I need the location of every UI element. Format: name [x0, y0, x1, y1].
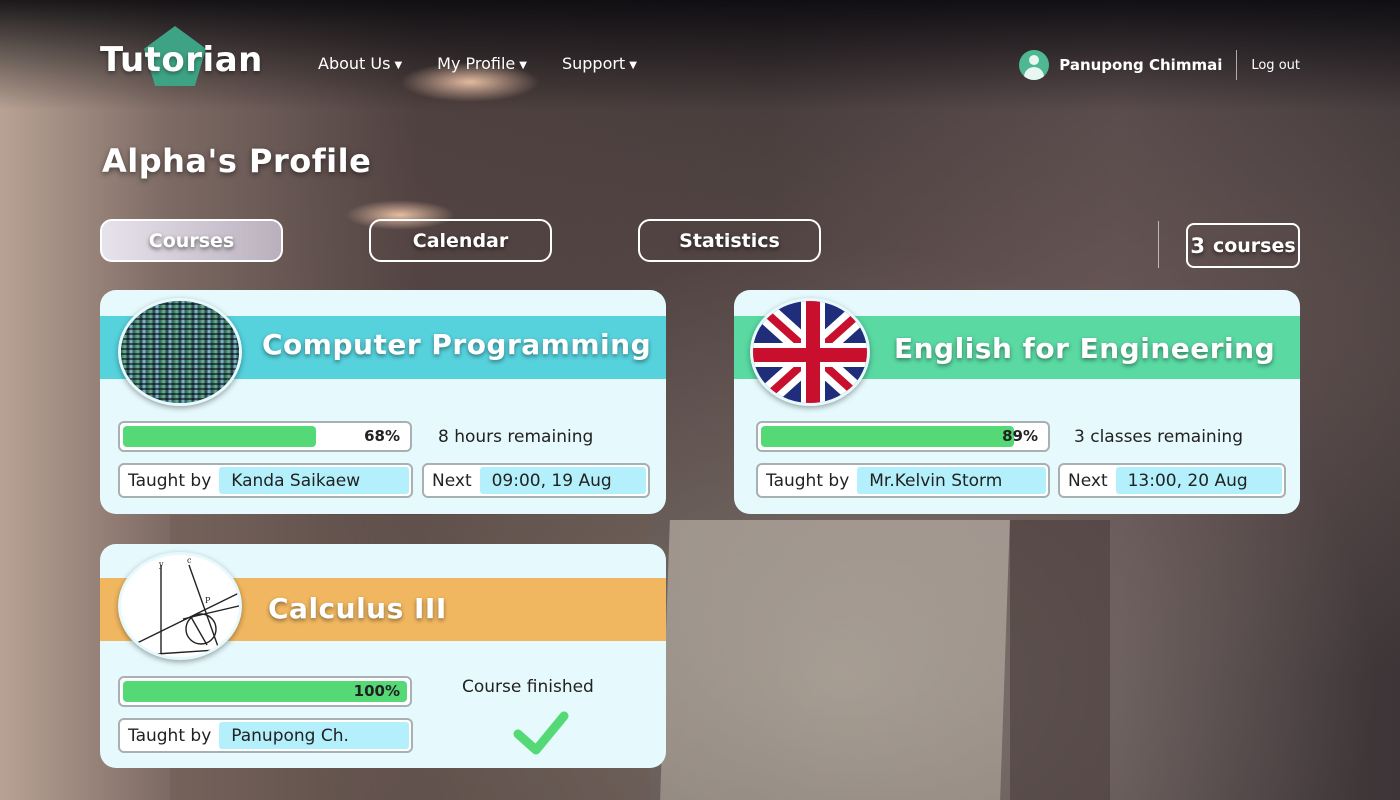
progress-bar: 68%: [118, 421, 412, 452]
progress-fill: [123, 426, 317, 447]
user-avatar-icon[interactable]: [1019, 50, 1050, 80]
brand-name: Tutorian: [100, 40, 263, 80]
brand-logo[interactable]: Tutorian: [100, 26, 263, 90]
logout-link[interactable]: Log out: [1251, 58, 1300, 73]
progress-label: 89%: [1002, 427, 1038, 445]
teacher-box: Taught by Mr.Kelvin Storm: [756, 463, 1050, 498]
course-count-label: courses: [1212, 234, 1296, 257]
progress-bar: 100%: [118, 676, 412, 707]
svg-text:e: e: [203, 652, 208, 660]
course-title: Computer Programming: [262, 328, 652, 361]
next-label: Next: [432, 470, 472, 491]
teacher-box: Taught by Kanda Saikaew: [118, 463, 413, 498]
svg-text:y: y: [158, 560, 164, 569]
background-whiteboard: [660, 520, 1010, 800]
nav-support[interactable]: Support ▼: [562, 54, 637, 73]
tab-statistics[interactable]: Statistics: [638, 219, 821, 262]
divider: [1236, 50, 1238, 80]
course-title: Calculus III: [268, 592, 447, 625]
caret-down-icon: ▼: [519, 59, 527, 71]
checkmark-icon: [513, 711, 569, 755]
code-screen-image: [118, 298, 242, 406]
nav-label: Support: [561, 54, 626, 73]
svg-text:o: o: [155, 652, 160, 660]
next-session-box: Next 09:00, 19 Aug: [422, 463, 650, 498]
teacher-name[interactable]: Panupong Ch.: [219, 722, 409, 749]
progress-label: 68%: [364, 427, 400, 445]
course-count-badge: 3 courses: [1186, 223, 1300, 268]
uk-flag-image: [750, 298, 870, 406]
remaining-text: 8 hours remaining: [438, 427, 594, 447]
geometry-sketch-image: y c P o e: [118, 552, 242, 660]
caret-down-icon: ▼: [629, 59, 637, 71]
next-session-box: Next 13:00, 20 Aug: [1058, 463, 1286, 498]
next-session-time: 09:00, 19 Aug: [479, 467, 646, 494]
user-menu: Panupong Chimmai Log out: [1019, 50, 1300, 80]
course-count-number: 3: [1190, 233, 1205, 258]
next-label: Next: [1068, 470, 1108, 491]
nav-about-us[interactable]: About Us ▼: [318, 54, 402, 73]
progress-bar: 89%: [756, 421, 1050, 452]
nav-my-profile[interactable]: My Profile ▼: [437, 54, 527, 73]
course-title: English for Engineering: [894, 332, 1276, 365]
taught-by-label: Taught by: [128, 470, 212, 491]
teacher-name[interactable]: Kanda Saikaew: [219, 467, 409, 494]
teacher-box: Taught by Panupong Ch.: [118, 718, 413, 753]
taught-by-label: Taught by: [766, 470, 850, 491]
svg-text:P: P: [205, 596, 211, 605]
course-card-english-for-engineering[interactable]: English for Engineering 89% 3 classes re…: [734, 290, 1300, 514]
main-nav: About Us ▼ My Profile ▼ Support ▼: [318, 54, 637, 73]
nav-label: My Profile: [437, 54, 516, 73]
course-card-computer-programming[interactable]: Computer Programming 68% 8 hours remaini…: [100, 290, 666, 514]
user-name[interactable]: Panupong Chimmai: [1059, 56, 1222, 74]
tab-calendar[interactable]: Calendar: [369, 219, 552, 262]
next-session-time: 13:00, 20 Aug: [1115, 467, 1282, 494]
divider: [1158, 221, 1159, 268]
course-finished-text: Course finished: [462, 677, 594, 697]
taught-by-label: Taught by: [128, 725, 212, 746]
teacher-name[interactable]: Mr.Kelvin Storm: [857, 467, 1046, 494]
remaining-text: 3 classes remaining: [1074, 427, 1243, 447]
progress-label: 100%: [353, 682, 400, 700]
background-door: [1010, 520, 1110, 800]
caret-down-icon: ▼: [394, 59, 403, 71]
svg-text:c: c: [187, 556, 192, 565]
progress-fill: [761, 426, 1014, 447]
page-title: Alpha's Profile: [102, 142, 372, 180]
course-card-calculus-iii[interactable]: y c P o e Calculus III 100% Course finis…: [100, 544, 666, 768]
tab-courses[interactable]: Courses: [100, 219, 283, 262]
nav-label: About Us: [318, 54, 391, 73]
